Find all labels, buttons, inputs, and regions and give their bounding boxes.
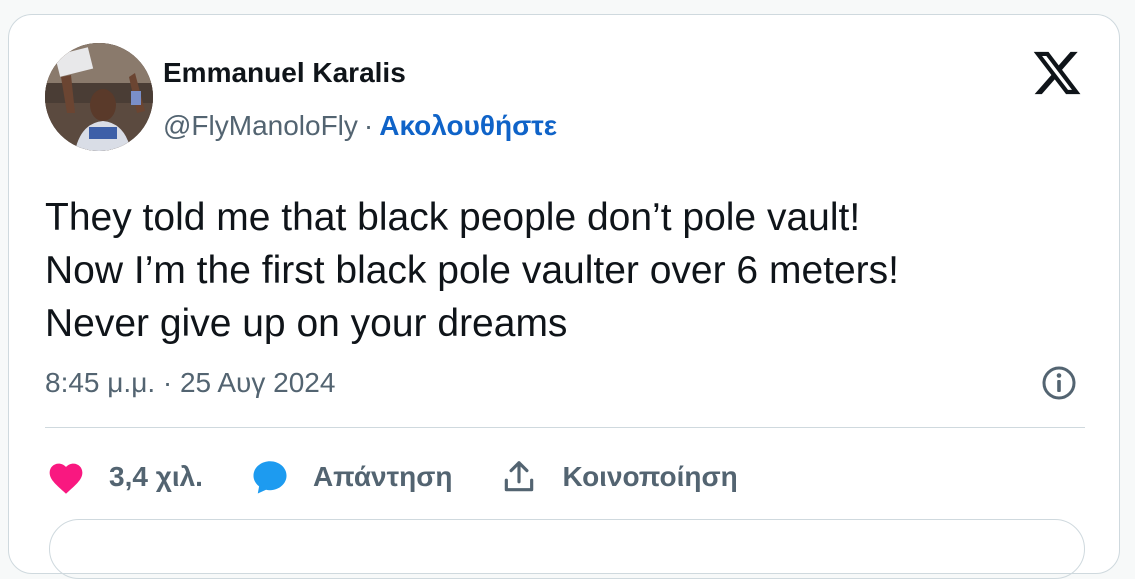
heart-icon: [45, 457, 87, 497]
tweet-line: Never give up on your dreams: [45, 302, 568, 345]
avatar-photo: [45, 43, 153, 151]
share-label: Κοινοποίηση: [562, 461, 738, 492]
like-button[interactable]: 3,4 χιλ.: [45, 457, 203, 497]
tweet-card: Emmanuel Karalis @FlyManoloFly · Ακολουθήσ…: [8, 14, 1120, 579]
action-bar: 3,4 χιλ. Απάντηση Κοινοποίηση: [45, 455, 784, 499]
author-handle-row: @FlyManoloFly · Ακολουθήστε: [163, 110, 557, 142]
speech-bubble-icon: [249, 457, 291, 497]
divider: [45, 427, 1085, 428]
reply-label: Απάντηση: [312, 461, 453, 492]
avatar[interactable]: [45, 43, 153, 151]
author-name[interactable]: Emmanuel Karalis: [163, 57, 406, 89]
share-icon: [498, 457, 540, 497]
tweet-line: Now I’m the first black pole vaulter ove…: [45, 249, 899, 292]
follow-button[interactable]: Ακολουθήστε: [379, 110, 557, 141]
share-button[interactable]: Κοινοποίηση: [498, 457, 738, 497]
author-handle[interactable]: @FlyManoloFly: [163, 110, 358, 141]
x-logo-icon[interactable]: [1029, 47, 1085, 99]
info-icon[interactable]: [1039, 363, 1079, 403]
tweet-line: They told me that black people don’t pol…: [45, 196, 861, 239]
tweet-text: They told me that black people don’t pol…: [45, 191, 1105, 350]
reply-button[interactable]: Απάντηση: [249, 457, 453, 497]
read-replies-button[interactable]: [49, 519, 1085, 579]
like-count: 3,4 χιλ.: [109, 461, 203, 492]
separator-dot: ·: [363, 110, 374, 141]
tweet-timestamp[interactable]: 8:45 μ.μ. · 25 Αυγ 2024: [45, 367, 335, 399]
